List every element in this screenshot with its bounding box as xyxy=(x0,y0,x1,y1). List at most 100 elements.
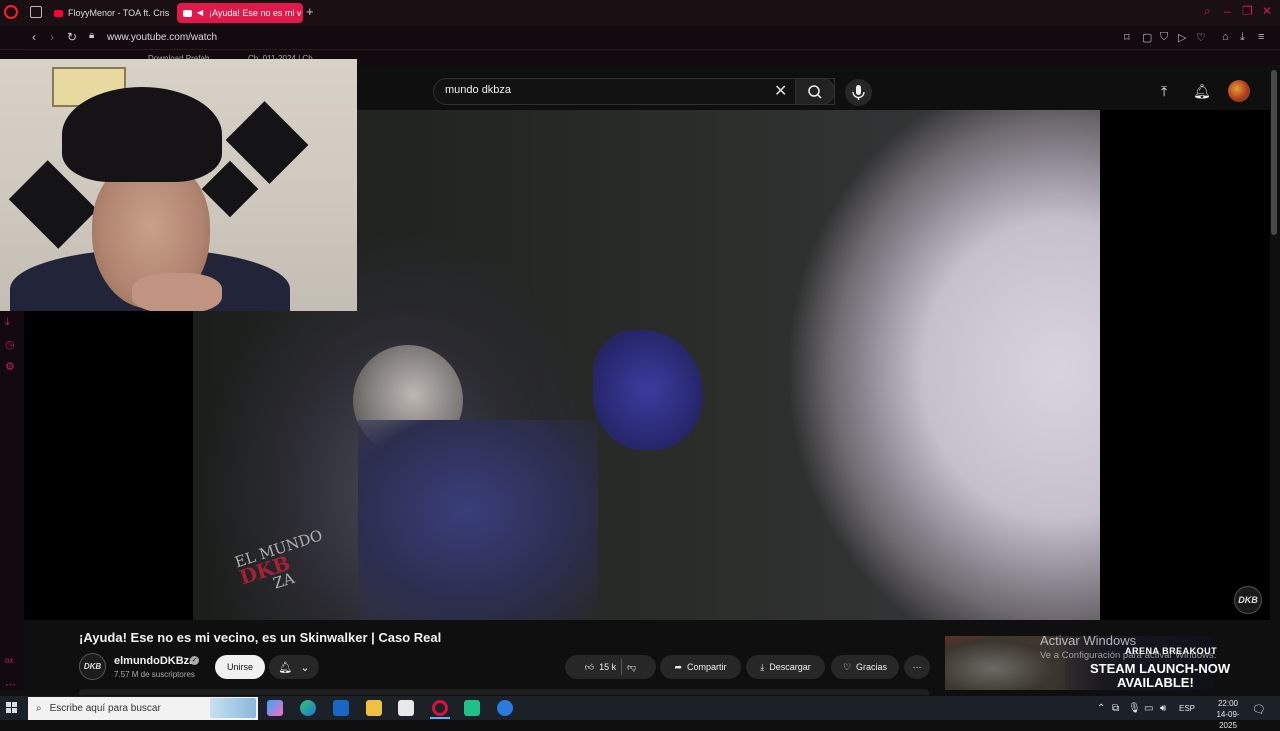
voice-search-button[interactable] xyxy=(845,79,872,106)
notification-center-icon[interactable]: 🗨︎ xyxy=(1252,703,1266,716)
tab-label: FloyyMenor - TOA ft. Cris xyxy=(68,8,170,18)
download-label: Descargar xyxy=(769,662,811,672)
easy-setup-icon[interactable]: ≡ xyxy=(1258,31,1264,43)
speaker-icon[interactable]: ◀ xyxy=(197,9,205,17)
tray-app-icon[interactable]: ⧉ xyxy=(1112,703,1119,714)
account-avatar[interactable] xyxy=(1228,80,1250,102)
channel-corner-badge[interactable]: DKB xyxy=(1234,586,1262,614)
tray-chevron-up-icon[interactable]: ⌃ xyxy=(1097,703,1105,714)
ad-subheadline: AVAILABLE! xyxy=(1117,675,1194,690)
edge-icon[interactable] xyxy=(300,700,316,716)
windows-activation-subtitle: Ve a Configuración para activar Windows. xyxy=(1040,650,1217,661)
app-green-icon[interactable] xyxy=(464,700,480,716)
forward-icon[interactable]: › xyxy=(50,30,54,44)
tab-ayuda-active[interactable]: ◀ ¡Ayuda! Ese no es mi v xyxy=(177,3,303,23)
taskbar-search-placeholder: Escribe aquí para buscar xyxy=(49,703,161,714)
webcam-overlay xyxy=(0,59,357,311)
search-icon: ⌕ xyxy=(36,703,42,714)
thumbs-down-icon[interactable]: 👎︎ xyxy=(627,662,636,673)
bell-icon: 🔔︎ xyxy=(278,661,293,674)
tray-clock[interactable]: 22:00 14-09-2025 xyxy=(1210,698,1246,731)
more-icon[interactable]: ⋯ xyxy=(5,678,16,691)
channel-avatar[interactable]: DKB xyxy=(79,653,106,680)
opera-gx-icon[interactable] xyxy=(432,700,448,716)
subscription-bell-button[interactable]: 🔔︎ ⌄ xyxy=(269,655,319,679)
back-icon[interactable]: ‹ xyxy=(32,30,36,44)
youtube-favicon-icon xyxy=(54,9,63,17)
settings-icon[interactable]: ⚙ xyxy=(5,360,15,373)
copilot-icon[interactable] xyxy=(267,700,283,716)
thanks-label: Gracias xyxy=(856,662,888,672)
chevron-down-icon: ⌄ xyxy=(300,661,310,674)
tab-label: ¡Ayuda! Ese no es mi v xyxy=(209,8,302,18)
page-scrollbar[interactable] xyxy=(1271,70,1277,235)
tray-microphone-icon[interactable]: 🎙︎ xyxy=(1128,703,1141,714)
webcam-person-hands xyxy=(132,273,222,311)
search-input[interactable]: mundo dkbza xyxy=(445,84,511,96)
reload-icon[interactable]: ↻ xyxy=(67,30,77,44)
opera-logo-icon[interactable] xyxy=(4,5,18,19)
more-actions-button[interactable]: ⋯ xyxy=(904,655,930,679)
upload-icon[interactable]: ⤒ xyxy=(1161,83,1167,100)
tray-time: 22:00 xyxy=(1217,699,1239,708)
tab-floyymenor[interactable]: FloyyMenor - TOA ft. Cris xyxy=(48,3,172,23)
like-button[interactable]: 👍︎ 15 k xyxy=(585,662,616,673)
snapshot-icon[interactable]: ▢ xyxy=(1142,31,1152,44)
channel-name[interactable]: elmundoDKBza xyxy=(114,655,195,667)
youtube-favicon-icon xyxy=(183,9,192,17)
history-icon[interactable]: ◷ xyxy=(5,338,15,351)
download-icon[interactable]: ⤓ xyxy=(1240,31,1245,44)
verified-badge-icon: ✓ xyxy=(190,656,199,665)
tray-network-icon[interactable]: ▭ xyxy=(1144,703,1153,714)
active-app-indicator xyxy=(430,717,450,719)
heart-icon[interactable]: ♡ xyxy=(1196,31,1206,44)
outlook-icon[interactable] xyxy=(333,700,349,716)
share-arrow-icon: ➦ xyxy=(674,661,683,672)
ox-icon[interactable]: ox xyxy=(5,656,13,665)
workspace-icon[interactable] xyxy=(30,6,42,18)
video-title: ¡Ayuda! Ese no es mi vecino, es un Skinw… xyxy=(79,630,442,645)
search-tabs-icon[interactable]: ⌕ xyxy=(1204,4,1211,19)
thumbs-up-icon: 👍︎ xyxy=(584,661,595,672)
like-divider xyxy=(621,659,623,675)
webcam-person-hair xyxy=(62,87,222,182)
video-jester-body xyxy=(358,420,598,620)
clear-search-icon[interactable]: ✕ xyxy=(774,81,787,101)
wallet-icon[interactable]: ⌂ xyxy=(1222,31,1229,43)
windows-start-icon[interactable] xyxy=(6,702,18,714)
app-blue-icon[interactable] xyxy=(497,700,513,716)
close-icon[interactable]: ✕ xyxy=(1262,4,1272,18)
heart-dollar-icon: ♡ xyxy=(842,661,852,672)
like-count: 15 k xyxy=(599,662,617,672)
description-box[interactable] xyxy=(79,689,929,695)
share-button[interactable]: ➦ Compartir xyxy=(660,655,741,679)
search-button[interactable] xyxy=(795,78,835,105)
ad-headline: STEAM LAUNCH-NOW xyxy=(1090,661,1231,676)
tray-language[interactable]: ESP xyxy=(1179,704,1195,713)
more-horizontal-icon: ⋯ xyxy=(912,661,922,672)
search-highlight-art xyxy=(210,698,256,718)
tray-volume-icon[interactable]: 🔊︎ xyxy=(1160,703,1166,714)
downloads-icon[interactable]: ⤓ xyxy=(5,316,10,329)
thanks-button[interactable]: ♡ Gracias xyxy=(831,655,899,679)
minimize-icon[interactable]: – xyxy=(1224,4,1231,18)
url-field[interactable]: www.youtube.com/watch xyxy=(107,32,217,43)
lock-icon[interactable]: 🔒︎ xyxy=(89,30,94,41)
play-icon[interactable]: ▷ xyxy=(1178,31,1186,44)
windows-activation-title: Activar Windows xyxy=(1040,633,1137,648)
notifications-bell-icon[interactable]: 🔔︎ xyxy=(1193,83,1211,100)
tray-date: 14-09-2025 xyxy=(1216,710,1240,730)
download-button[interactable]: ⤓ Descargar xyxy=(746,655,825,679)
store-icon[interactable] xyxy=(398,700,414,716)
new-tab-plus-icon[interactable]: + xyxy=(306,4,314,19)
search-icon xyxy=(808,85,822,99)
join-button[interactable]: Unirse xyxy=(215,655,265,679)
restore-icon[interactable]: ❐ xyxy=(1242,4,1253,18)
share-label: Compartir xyxy=(687,662,727,672)
bookmark-icon[interactable]: ⌑ xyxy=(1124,31,1130,44)
microphone-icon xyxy=(852,85,865,100)
file-explorer-icon[interactable] xyxy=(366,700,382,716)
shield-icon[interactable]: ⛉ xyxy=(1160,31,1168,44)
like-dislike-group: 👍︎ 15 k 👎︎ xyxy=(565,655,656,679)
download-icon: ⤓ xyxy=(760,661,765,672)
